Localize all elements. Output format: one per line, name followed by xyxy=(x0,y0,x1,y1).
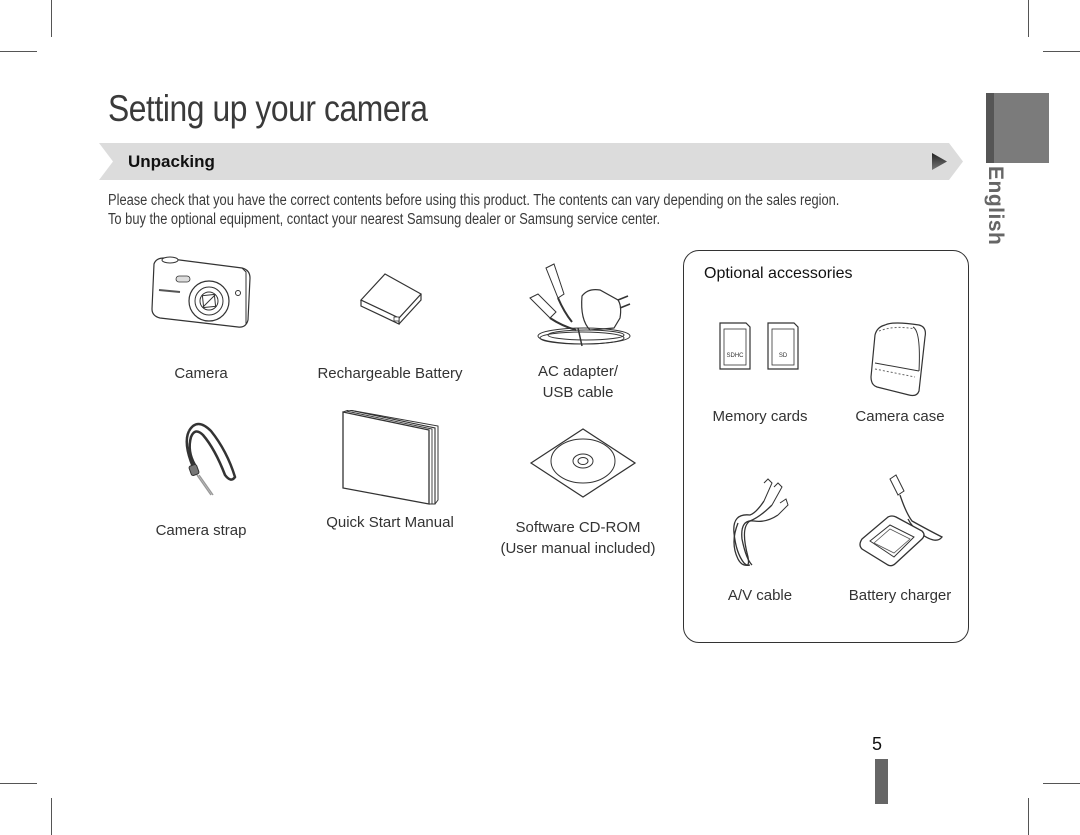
page-number: 5 xyxy=(872,734,883,754)
crop-mark xyxy=(1028,0,1029,37)
item-label: Quick Start Manual xyxy=(326,514,454,531)
crop-mark xyxy=(51,0,52,37)
item-label: (User manual included) xyxy=(500,540,656,557)
card-label: SDHC xyxy=(726,353,744,359)
item-label: Camera strap xyxy=(155,522,247,539)
item-label: Camera case xyxy=(855,408,945,425)
section-header: Unpacking xyxy=(99,143,963,180)
optional-item-av-cable: A/V cable xyxy=(690,473,830,606)
included-item-quick-start-manual: Quick Start Manual xyxy=(310,410,470,533)
page-number-bar xyxy=(875,759,888,804)
av-cable-icon xyxy=(733,478,789,567)
memory-cards-icon: SDHC SD xyxy=(719,322,799,370)
language-tab-marker xyxy=(986,93,1049,163)
camera-strap-icon xyxy=(185,422,237,496)
item-label: A/V cable xyxy=(727,587,793,604)
intro-line: Please check that you have the correct c… xyxy=(108,192,840,209)
crop-mark xyxy=(0,51,37,52)
crop-mark xyxy=(0,783,37,784)
crop-mark xyxy=(1043,783,1080,784)
optional-item-camera-case: Camera case xyxy=(830,319,970,427)
included-item-camera-strap: Camera strap xyxy=(141,415,261,541)
cd-rom-icon xyxy=(529,428,637,498)
included-item-cd-rom: Software CD-ROM (User manual included) xyxy=(498,425,658,559)
language-tab-label: English xyxy=(984,166,1007,246)
optional-accessories-panel: Optional accessories SDHC SD Memory card… xyxy=(683,250,969,643)
included-item-battery: Rechargeable Battery xyxy=(310,254,470,384)
included-item-camera: Camera xyxy=(131,254,271,384)
item-label: Software CD-ROM xyxy=(515,519,641,536)
section-bar-shape xyxy=(99,143,963,180)
item-label: Memory cards xyxy=(712,408,808,425)
crop-mark xyxy=(1043,51,1080,52)
crop-mark xyxy=(1028,798,1029,835)
ac-adapter-icon xyxy=(529,263,631,347)
camera-case-icon xyxy=(870,322,926,397)
camera-icon xyxy=(151,256,251,328)
intro-line: To buy the optional equipment, contact y… xyxy=(108,211,661,228)
intro-text: Please check that you have the correct c… xyxy=(108,191,839,229)
language-tab-stripe xyxy=(986,93,994,163)
item-label: AC adapter/ xyxy=(537,363,619,380)
optional-item-memory-cards: SDHC SD Memory cards xyxy=(690,319,830,427)
battery-icon xyxy=(360,273,422,325)
page-title: Setting up your camera xyxy=(108,88,428,129)
optional-accessories-title: Optional accessories xyxy=(704,265,853,282)
item-label: USB cable xyxy=(542,384,614,401)
battery-charger-icon xyxy=(859,474,943,567)
section-title: Unpacking xyxy=(128,152,215,171)
item-label: Battery charger xyxy=(848,587,952,604)
crop-mark xyxy=(51,798,52,835)
item-label: Camera xyxy=(174,365,228,382)
included-item-ac-adapter: AC adapter/ USB cable xyxy=(508,256,648,403)
manual-icon xyxy=(342,410,439,505)
card-label: SD xyxy=(779,353,788,359)
item-label: Rechargeable Battery xyxy=(317,365,463,382)
optional-item-battery-charger: Battery charger xyxy=(830,473,970,606)
